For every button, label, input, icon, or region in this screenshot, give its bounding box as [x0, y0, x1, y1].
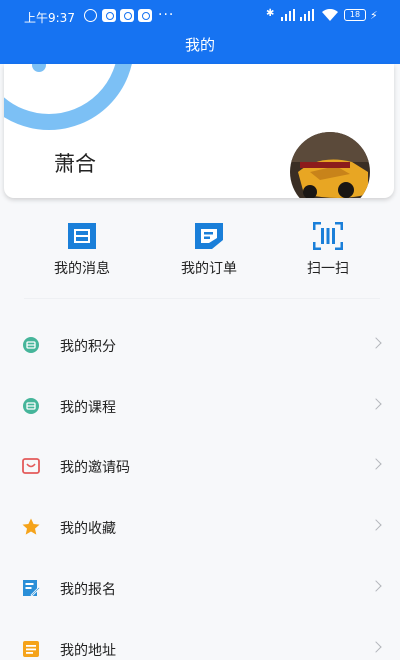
menu-item-label: 我的课程 [60, 400, 116, 416]
shortcut-scan[interactable]: 扫一扫 [268, 222, 388, 278]
alarm-icon [84, 9, 97, 22]
chevron-right-icon [370, 641, 382, 653]
section-divider [24, 298, 380, 299]
shortcut-label: 我的消息 [54, 261, 110, 277]
avatar[interactable] [290, 132, 370, 198]
wifi-icon [322, 8, 338, 21]
signal-icon [281, 9, 295, 21]
signup-icon [23, 580, 40, 597]
charging-icon: ⚡ [370, 9, 378, 22]
notification-app-icon [120, 9, 134, 22]
menu-item-addresses[interactable]: 我的地址 [0, 624, 400, 660]
decoration-arc [4, 64, 134, 130]
signal-icon [300, 9, 314, 21]
battery-icon: 18 [344, 9, 366, 21]
shortcut-label: 扫一扫 [307, 261, 349, 277]
app-header: 上午9:37 ··· 18 ⚡ 我的 [0, 0, 400, 64]
profile-card[interactable]: 萧合 [4, 64, 394, 198]
more-notifications-icon: ··· [158, 7, 175, 23]
message-icon [68, 223, 96, 249]
page-title: 我的 [184, 36, 215, 54]
menu-item-label: 我的地址 [60, 643, 116, 659]
shortcut-my-messages[interactable]: 我的消息 [22, 222, 142, 278]
menu-item-invite-code[interactable]: 我的邀请码 [0, 441, 400, 497]
menu-item-signups[interactable]: 我的报名 [0, 563, 400, 619]
menu-item-label: 我的收藏 [60, 521, 116, 537]
shortcut-label: 我的订单 [181, 261, 237, 277]
menu-item-label: 我的积分 [60, 339, 116, 355]
notification-app-icon [102, 9, 116, 22]
chevron-right-icon [370, 458, 382, 470]
status-time: 上午9:37 [24, 11, 75, 25]
chevron-right-icon [370, 580, 382, 592]
bluetooth-icon [266, 8, 275, 21]
star-icon [22, 518, 40, 535]
menu-item-points[interactable]: 我的积分 [0, 320, 400, 376]
chevron-right-icon [370, 398, 382, 410]
points-icon [23, 337, 39, 353]
chevron-right-icon [370, 337, 382, 349]
order-icon [195, 223, 223, 249]
username: 萧合 [54, 152, 96, 176]
menu-item-favorites[interactable]: 我的收藏 [0, 502, 400, 558]
scan-icon [313, 222, 343, 250]
chevron-right-icon [370, 519, 382, 531]
menu-item-courses[interactable]: 我的课程 [0, 381, 400, 437]
shortcut-my-orders[interactable]: 我的订单 [149, 222, 269, 278]
course-icon [23, 398, 39, 414]
status-bar: 上午9:37 ··· 18 ⚡ [0, 0, 400, 30]
menu-item-label: 我的报名 [60, 582, 116, 598]
invite-code-icon [22, 458, 40, 474]
menu-item-label: 我的邀请码 [60, 460, 130, 476]
address-icon [23, 641, 39, 657]
notification-app-icon [138, 9, 152, 22]
